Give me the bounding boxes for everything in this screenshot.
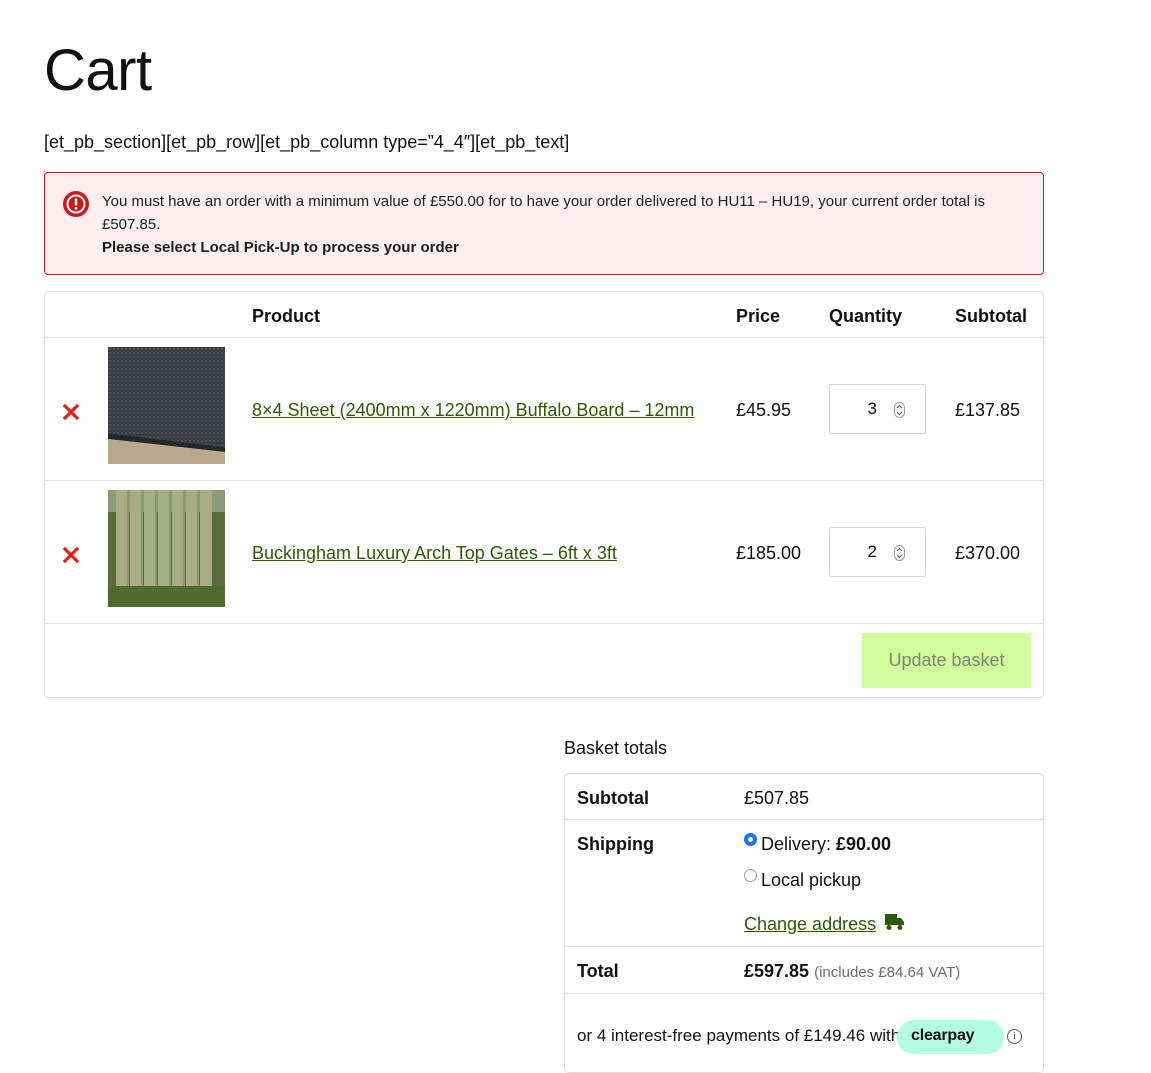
clearpay-logo: clearpay <box>911 1027 975 1044</box>
item-subtotal: £370.00 <box>955 543 1021 563</box>
quantity-value[interactable]: 2 <box>868 541 877 563</box>
item-price: £185.00 <box>736 543 802 563</box>
remove-item-button[interactable] <box>62 546 80 564</box>
delivery-label: Delivery: <box>761 834 837 854</box>
header-price: Price <box>736 306 781 326</box>
shortcode-text: [et_pb_section][et_pb_row][et_pb_column … <box>44 132 570 152</box>
cart-table: Product Price Quantity Subtotal 8×4 Shee… <box>44 291 1044 698</box>
row-divider <box>45 623 1043 624</box>
notice-emphasis: Please select Local Pick-Up to process y… <box>102 239 459 256</box>
stepper-icon[interactable] <box>894 402 905 418</box>
vat-note: (includes £84.64 VAT) <box>814 964 961 981</box>
total-label: Total <box>577 961 619 981</box>
header-product: Product <box>252 306 321 326</box>
item-price: £45.95 <box>736 400 792 420</box>
notice-text: You must have an order with a minimum va… <box>102 193 985 233</box>
delivery-radio[interactable] <box>744 833 757 846</box>
stepper-icon[interactable] <box>894 545 905 561</box>
quantity-value[interactable]: 3 <box>868 398 877 420</box>
product-link-buffalo-board[interactable]: 8×4 Sheet (2400mm x 1220mm) Buffalo Boar… <box>252 399 694 421</box>
delivery-option[interactable]: Delivery: £90.00 <box>761 833 891 855</box>
subtotal-label: Subtotal <box>577 788 649 808</box>
clearpay-message: or 4 interest-free payments of £149.46 w… <box>577 1026 901 1045</box>
update-basket-button[interactable]: Update basket <box>862 633 1031 688</box>
quantity-input[interactable]: 3 <box>829 384 926 434</box>
local-pickup-radio[interactable] <box>744 869 757 882</box>
delivery-price: £90.00 <box>836 834 892 854</box>
notice-message: You must have an order with a minimum va… <box>102 190 1012 259</box>
subtotal-value: £507.85 <box>744 788 810 808</box>
row-divider <box>565 993 1043 994</box>
basket-totals-table: Subtotal £507.85 Shipping Delivery: £90.… <box>564 773 1044 1073</box>
total-value: £597.85 (includes £84.64 VAT) <box>744 960 960 984</box>
clearpay-badge[interactable]: clearpay <box>897 1020 1004 1054</box>
truck-icon <box>885 914 904 930</box>
row-divider <box>45 337 1043 338</box>
row-divider <box>565 946 1043 947</box>
product-link-arch-top-gates[interactable]: Buckingham Luxury Arch Top Gates – 6ft x… <box>252 542 617 564</box>
total-amount: £597.85 <box>744 961 810 981</box>
header-subtotal: Subtotal <box>955 306 1027 326</box>
quantity-input[interactable]: 2 <box>829 527 926 577</box>
remove-item-button[interactable] <box>62 403 80 421</box>
item-subtotal: £137.85 <box>955 400 1021 420</box>
basket-totals-heading: Basket totals <box>564 738 668 758</box>
header-quantity: Quantity <box>829 306 903 326</box>
product-image-buffalo-board[interactable] <box>108 347 225 464</box>
change-address-link[interactable]: Change address <box>744 913 876 935</box>
row-divider <box>565 819 1043 820</box>
product-image-arch-top-gates[interactable] <box>108 490 225 607</box>
row-divider <box>45 480 1043 481</box>
error-notice: You must have an order with a minimum va… <box>44 172 1044 275</box>
page-title: Cart <box>44 38 152 103</box>
shipping-label: Shipping <box>577 834 654 854</box>
error-icon <box>63 191 89 217</box>
local-pickup-option[interactable]: Local pickup <box>761 869 861 891</box>
